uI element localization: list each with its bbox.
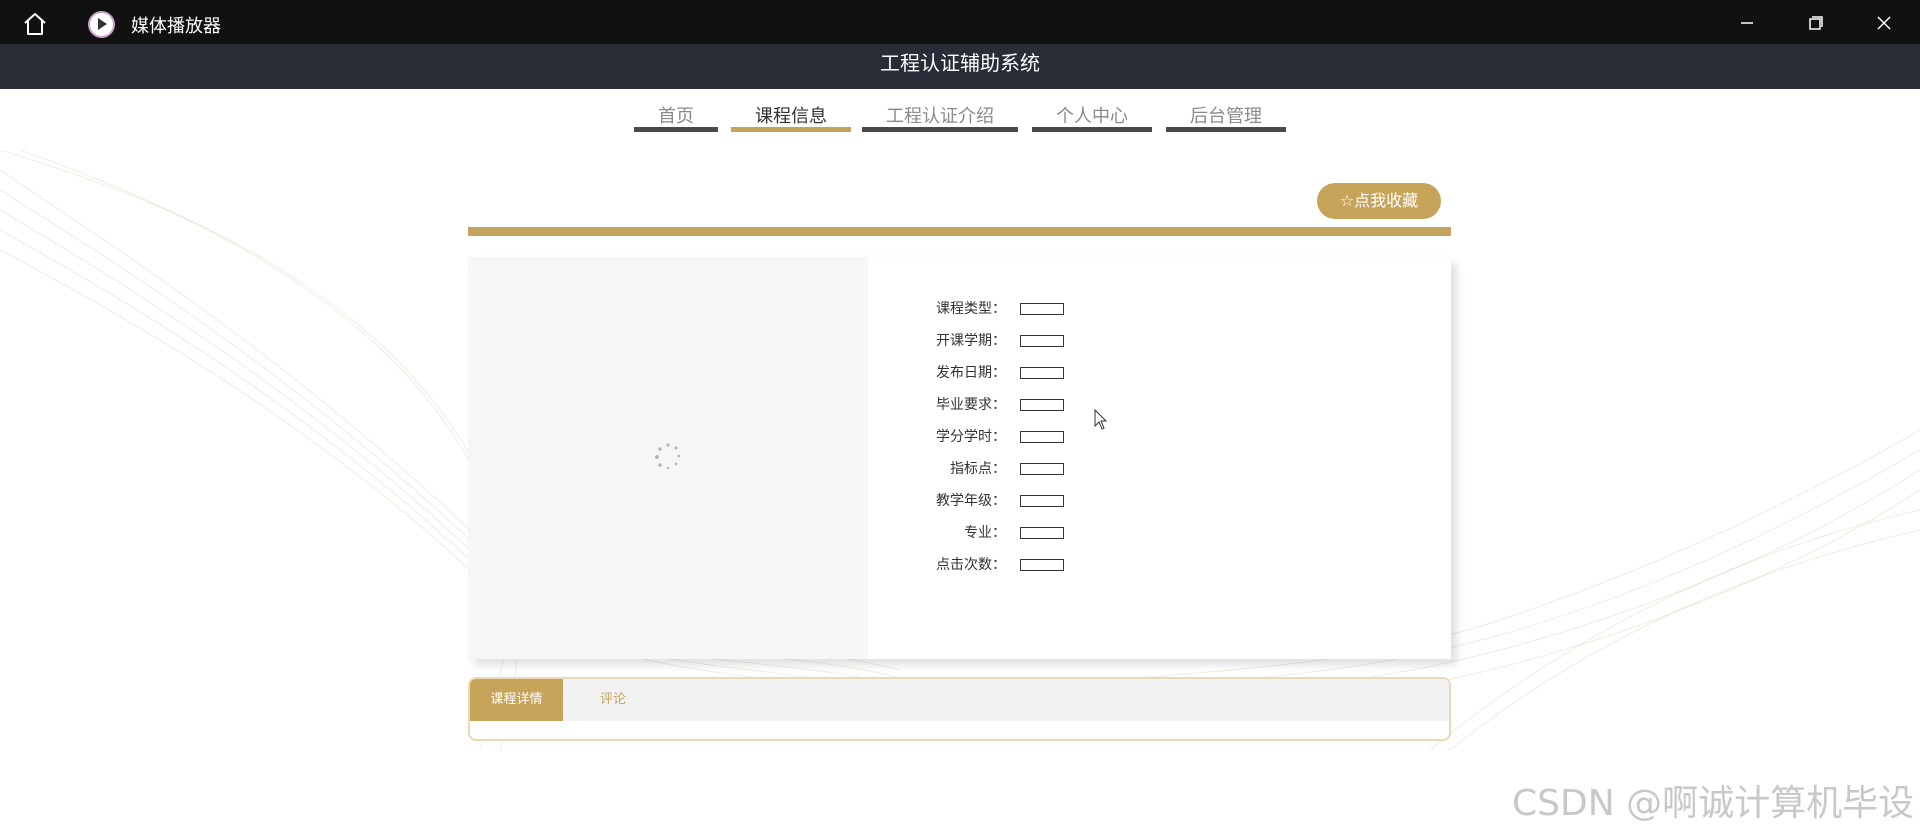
field-value [1020, 495, 1064, 507]
field-value [1020, 431, 1064, 443]
field-label: 学分学时： [936, 429, 1006, 445]
detail-tabs: 课程详情 评论 [468, 677, 1451, 741]
nav-item-certification-intro[interactable]: 工程认证介绍 [862, 104, 1018, 132]
field-label: 教学年级： [936, 493, 1006, 509]
site-header: 工程认证辅助系统 [0, 44, 1920, 89]
field-course-type: 课程类型： [908, 299, 1108, 319]
star-icon: ☆ [1339, 191, 1355, 210]
home-icon[interactable] [22, 12, 48, 36]
field-value [1020, 463, 1064, 475]
maximize-icon[interactable] [1803, 12, 1827, 34]
course-card: 课程类型： 开课学期： 发布日期： 毕业要求： 学分学时： 指标点： 教学年级： [468, 257, 1451, 659]
minimize-icon[interactable] [1735, 12, 1759, 34]
field-label: 指标点： [950, 461, 1006, 477]
field-publish-date: 发布日期： [908, 363, 1108, 383]
field-value [1020, 399, 1064, 411]
site-title: 工程认证辅助系统 [880, 51, 1040, 75]
nav-item-personal-center[interactable]: 个人中心 [1032, 104, 1152, 132]
favorite-label: 点我收藏 [1354, 191, 1419, 210]
field-credit-hours: 学分学时： [908, 427, 1108, 447]
nav-item-admin[interactable]: 后台管理 [1166, 104, 1286, 132]
field-value [1020, 559, 1064, 571]
watermark: CSDN @啊诚计算机毕设 [1512, 783, 1915, 824]
close-icon[interactable] [1872, 12, 1896, 34]
field-label: 专业： [964, 525, 1006, 541]
nav-item-home[interactable]: 首页 [634, 104, 718, 132]
favorite-button[interactable]: ☆点我收藏 [1317, 183, 1441, 219]
field-label: 毕业要求： [936, 397, 1006, 413]
loading-spinner-icon [655, 443, 681, 470]
course-image [468, 257, 868, 659]
app-title: 媒体播放器 [131, 16, 221, 37]
window-titlebar: 媒体播放器 [0, 0, 1920, 44]
section-divider [468, 227, 1451, 236]
field-major: 专业： [908, 523, 1108, 543]
mouse-cursor-icon [1094, 409, 1108, 430]
field-semester: 开课学期： [908, 331, 1108, 351]
field-value [1020, 367, 1064, 379]
nav-item-course-info[interactable]: 课程信息 [731, 104, 851, 132]
field-value [1020, 335, 1064, 347]
field-value [1020, 527, 1064, 539]
field-graduation-requirement: 毕业要求： [908, 395, 1108, 415]
field-label: 点击次数： [936, 557, 1006, 573]
field-grade: 教学年级： [908, 491, 1108, 511]
field-value [1020, 303, 1064, 315]
field-click-count: 点击次数： [908, 555, 1108, 575]
field-indicator: 指标点： [908, 459, 1108, 479]
field-label: 发布日期： [936, 365, 1006, 381]
field-label: 开课学期： [936, 333, 1006, 349]
field-label: 课程类型： [936, 301, 1006, 317]
tab-comments[interactable]: 评论 [563, 679, 663, 721]
play-icon [88, 11, 115, 38]
tab-bar: 课程详情 评论 [470, 679, 1449, 721]
tab-course-details[interactable]: 课程详情 [470, 679, 563, 721]
